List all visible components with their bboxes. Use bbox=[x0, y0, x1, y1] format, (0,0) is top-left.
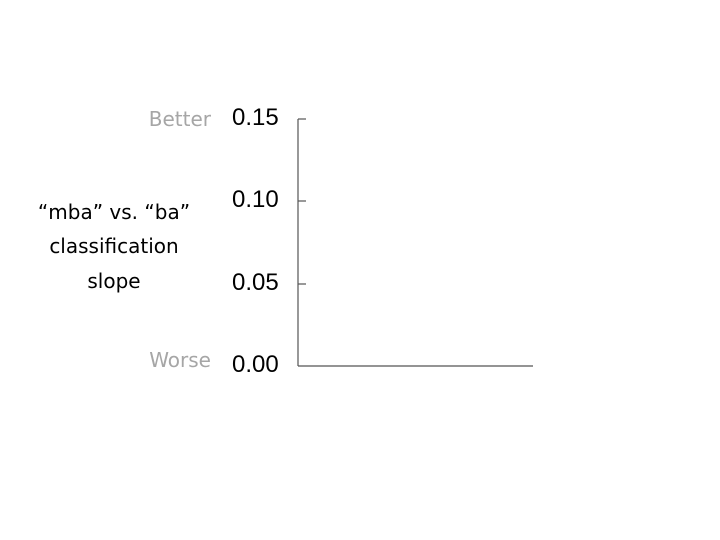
better-label: Better bbox=[149, 107, 212, 131]
y-tick-label: 0.15 bbox=[232, 104, 279, 131]
worse-label: Worse bbox=[149, 348, 211, 372]
y-axis-label-line-3: slope bbox=[87, 269, 140, 293]
y-axis-label-line-1: “mba” vs. “ba” bbox=[38, 200, 190, 224]
y-tick-label: 0.05 bbox=[232, 269, 279, 296]
slope-chart: Better “mba” vs. “ba” classification slo… bbox=[38, 104, 533, 378]
y-tick-label: 0.00 bbox=[232, 351, 279, 378]
y-tick-label: 0.10 bbox=[232, 186, 279, 213]
y-axis-label-line-2: classification bbox=[49, 234, 178, 258]
